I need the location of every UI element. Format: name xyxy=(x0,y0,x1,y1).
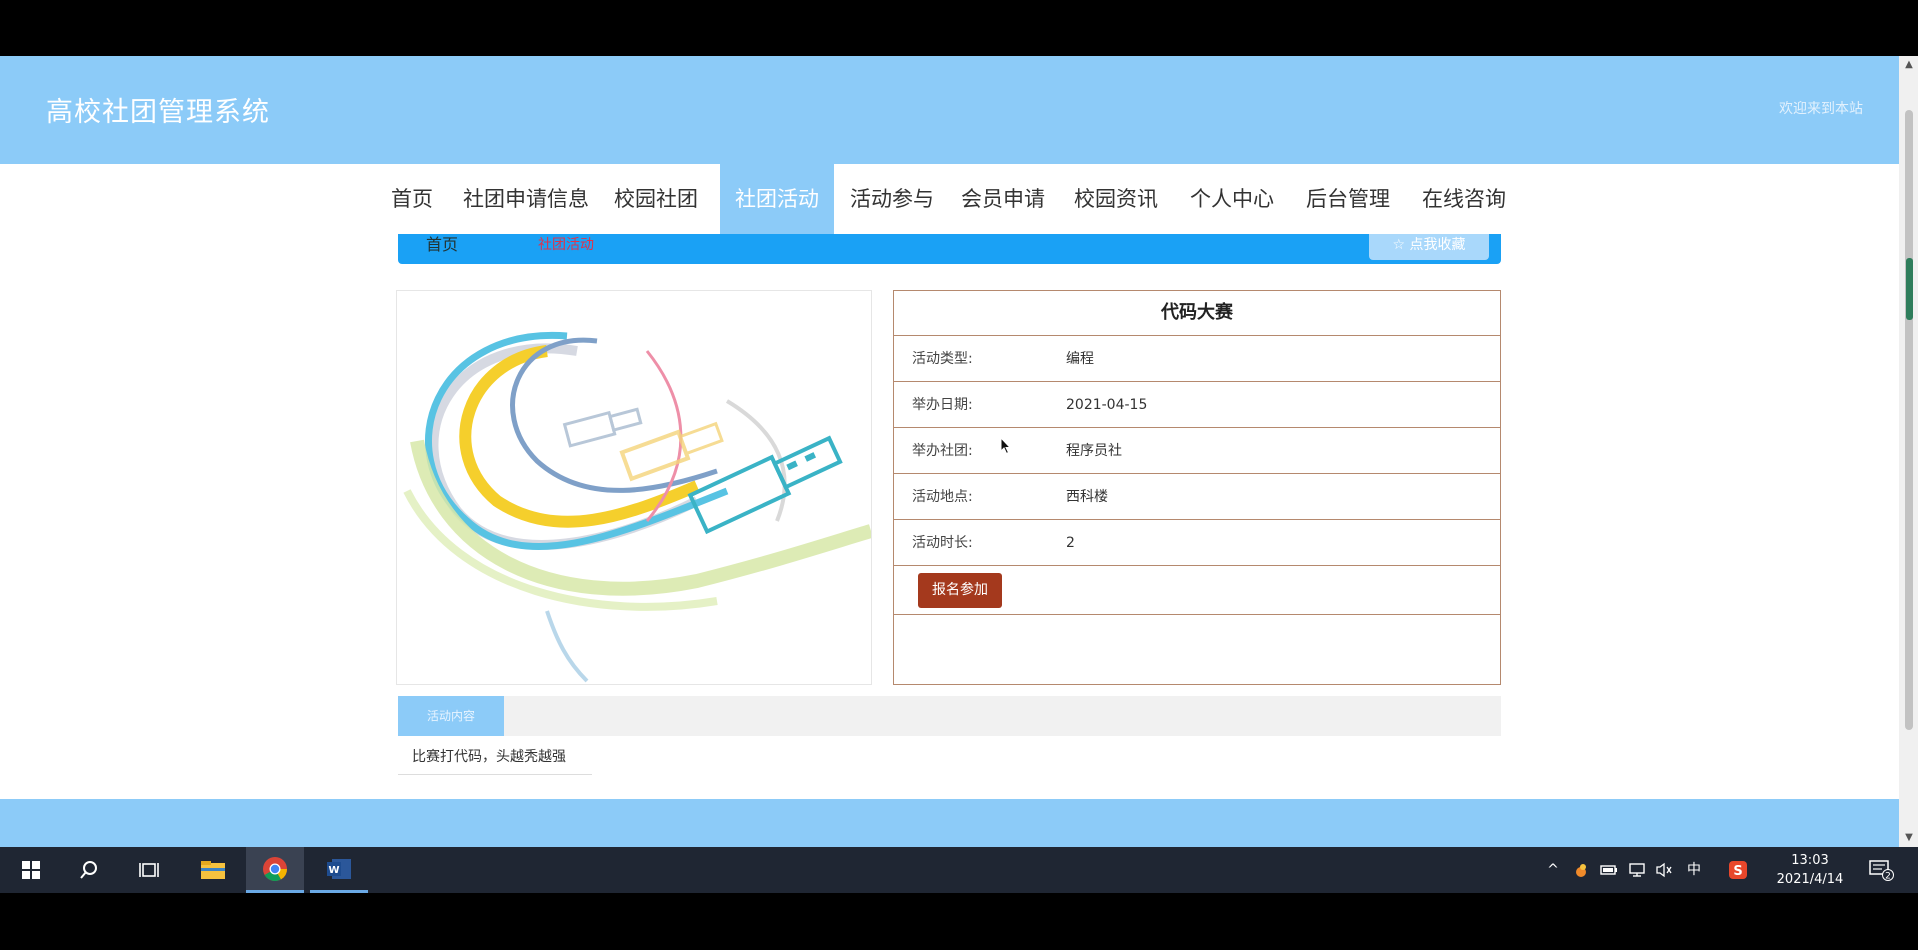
network-icon[interactable] xyxy=(1626,847,1648,893)
site-footer xyxy=(0,799,1899,847)
tab-activity-content[interactable]: 活动内容 xyxy=(398,696,504,736)
join-button[interactable]: 报名参加 xyxy=(918,573,1002,608)
file-explorer-icon[interactable] xyxy=(184,847,242,893)
browser-viewport: 高校社团管理系统 欢迎来到本站 首页 社团申请信息 校园社团 社团活动 活动参与… xyxy=(0,56,1899,847)
info-row-type: 活动类型: 编程 xyxy=(894,335,1500,382)
nav-item-member-applications[interactable]: 会员申请 xyxy=(953,164,1053,234)
info-row-duration: 活动时长: 2 xyxy=(894,519,1500,566)
clock-time[interactable]: 13:03 xyxy=(1770,853,1850,868)
info-value: 西科楼 xyxy=(1066,489,1108,505)
nav-item-home[interactable]: 首页 xyxy=(377,164,447,234)
svg-text:W: W xyxy=(328,865,339,876)
divider xyxy=(398,774,592,775)
event-title: 代码大赛 xyxy=(1161,302,1233,323)
sogou-ime-icon[interactable]: S xyxy=(1726,847,1750,893)
info-row-location: 活动地点: 西科楼 xyxy=(894,473,1500,520)
activity-description: 比赛打代码，头越秃越强 xyxy=(412,749,566,765)
notification-center-icon[interactable]: 2 xyxy=(1864,847,1898,893)
notification-count: 2 xyxy=(1885,872,1891,882)
info-label: 举办社团: xyxy=(912,443,973,459)
breadcrumb-home-link[interactable]: 首页 xyxy=(426,234,458,256)
scroll-thumb[interactable] xyxy=(1905,110,1913,730)
main-nav: 首页 社团申请信息 校园社团 社团活动 活动参与 会员申请 校园资讯 个人中心 … xyxy=(0,164,1899,234)
site-header: 高校社团管理系统 欢迎来到本站 xyxy=(0,56,1899,164)
nav-item-club-applications[interactable]: 社团申请信息 xyxy=(456,164,596,234)
nav-item-activity-participation[interactable]: 活动参与 xyxy=(842,164,942,234)
windows-taskbar: W ^ 中 S 13:03 2021/4/14 2 xyxy=(0,847,1918,893)
ime-indicator[interactable]: 中 xyxy=(1682,847,1706,893)
breadcrumb: 首页 社团活动 ☆ 点我收藏 xyxy=(398,234,1501,264)
start-icon[interactable] xyxy=(2,847,60,893)
scroll-down-arrow-icon[interactable]: ▼ xyxy=(1902,829,1916,847)
battery-icon[interactable] xyxy=(1598,847,1620,893)
info-value: 2 xyxy=(1066,535,1075,551)
nav-item-club-activities[interactable]: 社团活动 xyxy=(720,164,834,234)
info-value: 程序员社 xyxy=(1066,443,1122,459)
info-label: 活动类型: xyxy=(912,351,973,367)
app-tray-icon[interactable] xyxy=(1570,847,1592,893)
scroll-position-marker xyxy=(1906,258,1913,320)
site-title: 高校社团管理系统 xyxy=(46,97,270,128)
info-label: 活动时长: xyxy=(912,535,973,551)
nav-item-admin[interactable]: 后台管理 xyxy=(1298,164,1398,234)
word-icon[interactable]: W xyxy=(310,847,368,893)
event-info-panel: 代码大赛 活动类型: 编程 举办日期: 2021-04-15 举办社团: 程序员… xyxy=(893,290,1501,685)
info-value: 编程 xyxy=(1066,351,1094,367)
search-icon[interactable] xyxy=(60,847,118,893)
event-image xyxy=(396,290,872,685)
info-row-actions: 报名参加 xyxy=(894,565,1500,615)
nav-item-online-consult[interactable]: 在线咨询 xyxy=(1414,164,1514,234)
nav-item-personal-center[interactable]: 个人中心 xyxy=(1182,164,1282,234)
nav-item-campus-news[interactable]: 校园资讯 xyxy=(1066,164,1166,234)
content-tab-strip: 活动内容 xyxy=(398,696,1501,736)
info-label: 举办日期: xyxy=(912,397,973,413)
info-row-club: 举办社团: 程序员社 xyxy=(894,427,1500,474)
info-row-date: 举办日期: 2021-04-15 xyxy=(894,381,1500,428)
volume-muted-icon[interactable] xyxy=(1652,847,1676,893)
chrome-icon[interactable] xyxy=(246,847,304,893)
clock-date[interactable]: 2021/4/14 xyxy=(1764,872,1856,887)
breadcrumb-current: 社团活动 xyxy=(538,237,594,253)
nav-item-campus-clubs[interactable]: 校园社团 xyxy=(606,164,706,234)
mouse-cursor-icon xyxy=(1000,437,1012,455)
svg-text:S: S xyxy=(1733,864,1742,879)
info-value: 2021-04-15 xyxy=(1066,397,1148,413)
info-label: 活动地点: xyxy=(912,489,973,505)
favorite-button[interactable]: ☆ 点我收藏 xyxy=(1369,234,1489,260)
usb-cable-illustration xyxy=(397,291,871,684)
chevron-up-icon[interactable]: ^ xyxy=(1542,847,1564,893)
welcome-text: 欢迎来到本站 xyxy=(1779,101,1863,117)
task-view-icon[interactable] xyxy=(120,847,178,893)
scroll-up-arrow-icon[interactable]: ▲ xyxy=(1902,56,1916,74)
